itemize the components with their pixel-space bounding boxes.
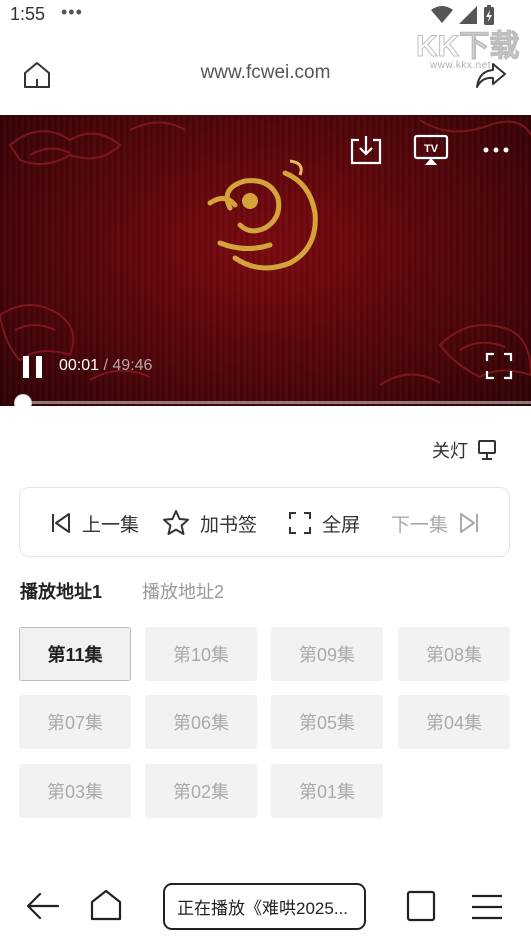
fullscreen-label: 全屏 [322,514,361,536]
progress-track[interactable] [22,401,531,404]
time-separator: / [103,357,108,374]
episode-button-01[interactable]: 第01集 [271,764,383,818]
skip-next-icon [460,513,479,533]
source-tab-2[interactable]: 播放地址2 [142,578,224,604]
star-icon [163,510,189,535]
download-icon[interactable] [349,134,383,166]
notification-dots-icon: ••• [61,2,83,22]
fullscreen-icon[interactable] [485,352,513,380]
add-bookmark-label: 加书签 [200,514,258,536]
status-bar: 1:55 ••• [0,0,531,30]
episode-button-08[interactable]: 第08集 [398,627,510,681]
episode-button-03[interactable]: 第03集 [19,764,131,818]
next-episode-label: 下一集 [391,514,449,536]
status-time: 1:55 [10,4,46,24]
bottom-navigation: 正在播放《难哄2025... [0,870,531,943]
menu-icon[interactable] [470,892,504,922]
pause-icon[interactable] [20,354,46,380]
now-playing-button[interactable]: 正在播放《难哄2025... [163,883,366,930]
light-toggle-button[interactable]: 关灯 [432,437,498,463]
episode-control-bar: 上一集 加书签 全屏 下一集 [19,487,510,557]
fullscreen-icon [289,512,311,534]
light-toggle-label: 关灯 [432,441,468,461]
previous-episode-label: 上一集 [82,514,140,536]
episode-button-07[interactable]: 第07集 [19,695,131,749]
svg-text:TV: TV [424,143,439,155]
episode-button-04[interactable]: 第04集 [398,695,510,749]
watermark-url: www.kkx.net [430,60,492,71]
episode-button-05[interactable]: 第05集 [271,695,383,749]
playback-time: 00:01 / 49:46 [59,357,152,375]
episode-button-10[interactable]: 第10集 [145,627,257,681]
tv-cast-icon[interactable]: TV [413,134,449,166]
fullscreen-button[interactable]: 全屏 [288,488,360,558]
total-duration: 49:46 [112,357,153,374]
browser-top-bar: www.fcwei.com [0,42,531,106]
status-icons [431,5,495,25]
source-tab-1[interactable]: 播放地址1 [20,578,102,604]
back-arrow-icon[interactable] [24,890,60,922]
home-icon[interactable] [89,888,123,922]
episode-button-02[interactable]: 第02集 [145,764,257,818]
lamp-icon [478,440,496,460]
tabs-icon[interactable] [406,890,438,922]
episode-button-11[interactable]: 第11集 [19,627,131,681]
video-player[interactable]: TV 00:01 / 49:46 [0,115,531,406]
progress-thumb[interactable] [14,394,32,406]
skip-previous-icon [52,513,70,533]
wifi-icon [431,6,453,23]
add-bookmark-button[interactable]: 加书签 [162,488,257,558]
episode-button-06[interactable]: 第06集 [145,695,257,749]
episode-button-09[interactable]: 第09集 [271,627,383,681]
signal-icon [459,6,477,24]
more-icon[interactable] [480,141,512,159]
next-episode-button[interactable]: 下一集 [391,488,480,558]
previous-episode-button[interactable]: 上一集 [50,488,139,558]
battery-charging-icon [484,5,494,25]
current-time: 00:01 [59,357,100,374]
phoenix-logo [207,159,318,271]
